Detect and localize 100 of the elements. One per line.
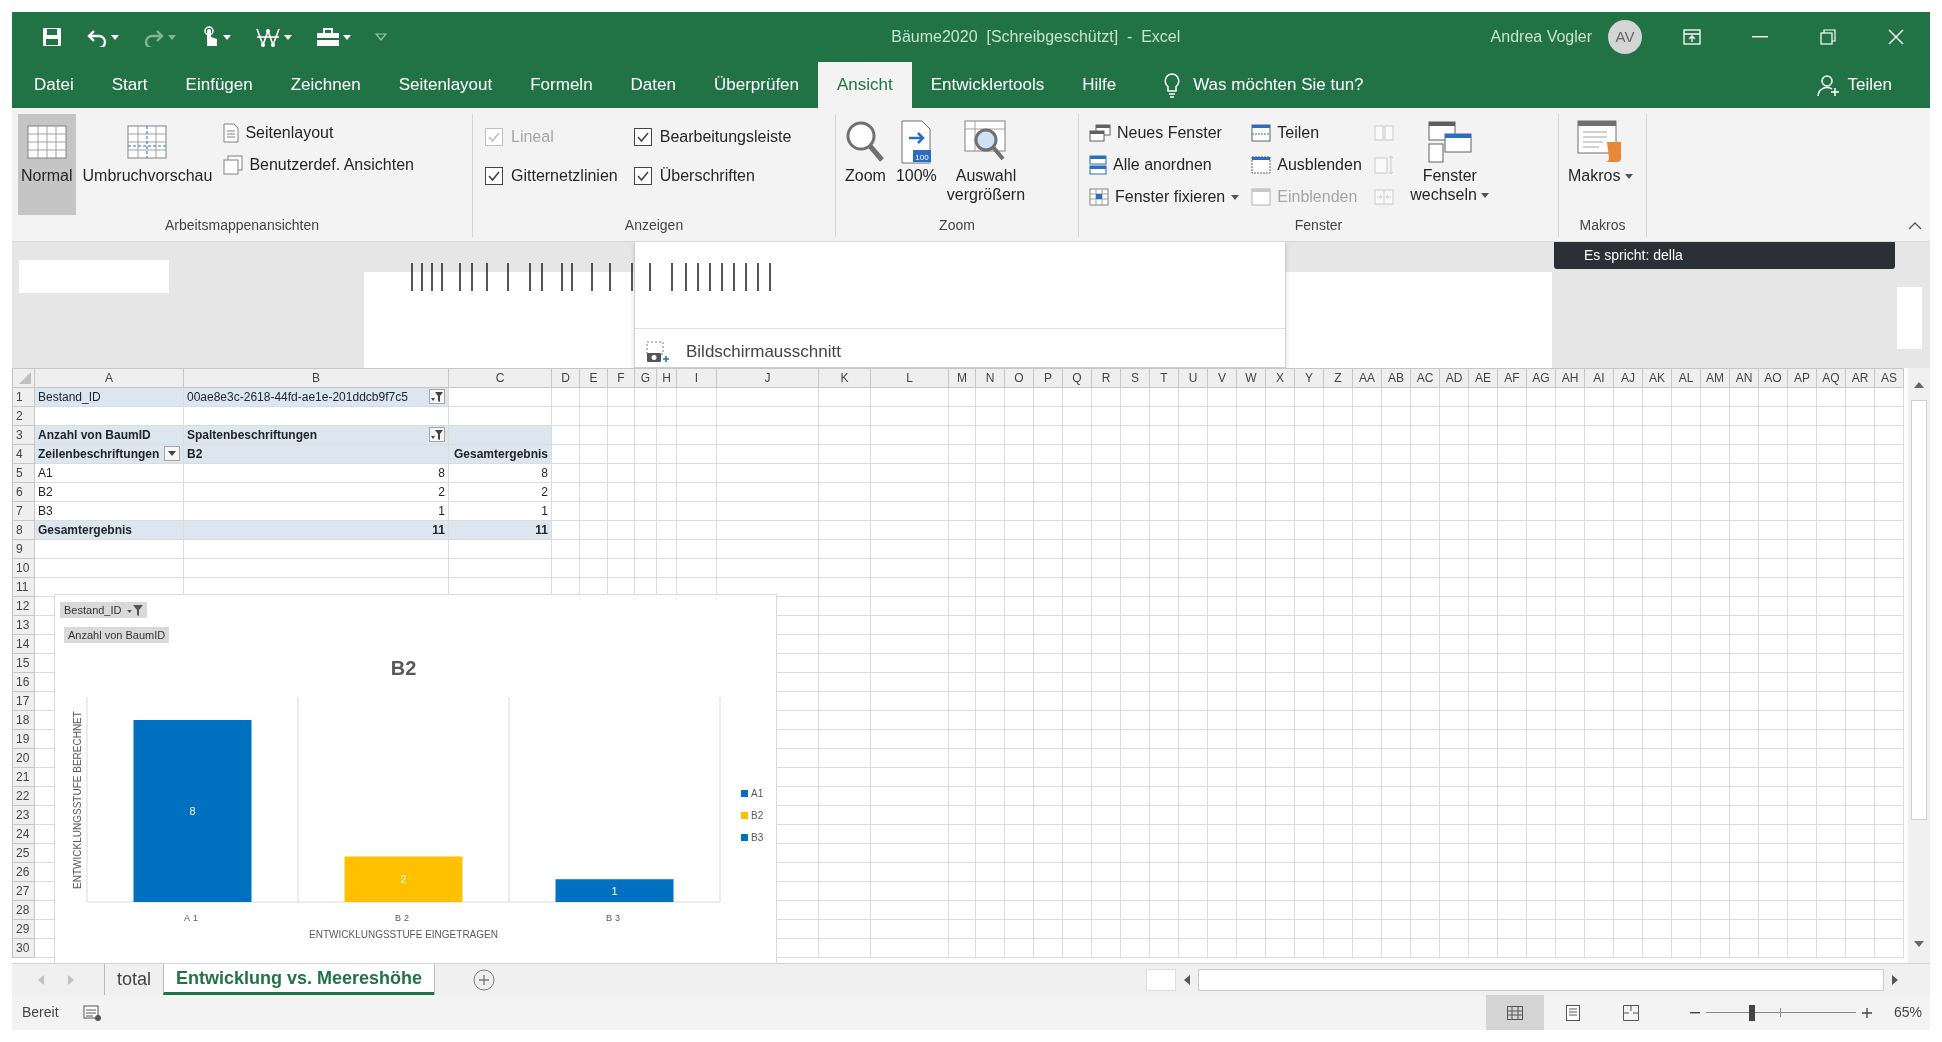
ribbon-button[interactable]: Ausblenden <box>1247 150 1366 180</box>
filter-button[interactable] <box>429 427 445 442</box>
macro-icon <box>1577 120 1624 164</box>
column-header[interactable]: T <box>1149 368 1179 388</box>
column-header[interactable]: AG <box>1526 368 1556 388</box>
column-header[interactable]: G <box>634 368 657 388</box>
dropdown-button[interactable] <box>164 446 180 461</box>
ribbon-tab[interactable]: Hilfe <box>1063 62 1136 108</box>
ribbon-tab[interactable]: Seitenlayout <box>379 62 512 108</box>
field-button[interactable]: Anzahl von BaumID <box>64 627 170 643</box>
view-button[interactable] <box>1485 995 1544 1030</box>
ribbon-tab[interactable]: Start <box>92 62 167 108</box>
column-header[interactable]: AO <box>1758 368 1788 388</box>
column-header[interactable]: AE <box>1468 368 1498 388</box>
checkbox[interactable] <box>633 166 652 185</box>
ribbon-tab[interactable]: Datei <box>15 62 93 108</box>
user-avatar[interactable]: AV <box>1608 20 1642 54</box>
ribbon-button[interactable]: Fenster wechseln <box>1401 114 1498 215</box>
column-header[interactable]: AA <box>1352 368 1382 388</box>
chart-area[interactable]: B2 8 2 1 A1 B2 B3 ENTWICKLUNGSSTUFE EINGETRAGEN ENTWICKLUNGSSTUFE BERECHNET A1 B2 B3 Bestand_ID Anzahl von BaumID <box>54 594 777 963</box>
grid-icon <box>26 125 67 159</box>
ribbon-button[interactable]: Neues Fenster <box>1085 118 1244 148</box>
ribbon-button[interactable]: Fenster fixieren <box>1085 182 1244 212</box>
ribbon-button[interactable]: Alle anordnen <box>1085 150 1244 180</box>
column-header[interactable]: AC <box>1410 368 1440 388</box>
column-header[interactable]: AP <box>1787 368 1817 388</box>
add-sheet-button[interactable] <box>473 967 496 992</box>
column-header[interactable]: P <box>1033 368 1063 388</box>
column-header[interactable]: N <box>975 368 1005 388</box>
column-header[interactable]: E <box>579 368 608 388</box>
column-header[interactable]: AN <box>1729 368 1759 388</box>
table-cell: 2 <box>183 482 449 502</box>
ribbon-button[interactable]: 100 100% <box>892 114 940 215</box>
sheet-tab[interactable]: Entwicklung vs. Meereshöhe <box>163 964 435 995</box>
column-header[interactable]: AD <box>1439 368 1469 388</box>
column-header[interactable]: AR <box>1845 368 1875 388</box>
column-header[interactable]: L <box>870 368 949 388</box>
magnifier-icon <box>845 120 886 164</box>
share-button[interactable]: Teilen <box>1809 62 1898 108</box>
ribbon-tab[interactable]: Ansicht <box>818 62 912 108</box>
column-header[interactable]: M <box>948 368 976 388</box>
data-label: 2 <box>400 873 407 886</box>
scroll-thumb[interactable] <box>1911 400 1927 820</box>
ribbon-button[interactable]: Auswahl vergrößern <box>943 114 1029 215</box>
column-header[interactable]: Q <box>1062 368 1092 388</box>
column-header[interactable]: AH <box>1555 368 1585 388</box>
column-header[interactable]: AQ <box>1816 368 1846 388</box>
column-header[interactable]: AI <box>1584 368 1614 388</box>
column-header[interactable]: AK <box>1642 368 1672 388</box>
column-header[interactable]: R <box>1091 368 1121 388</box>
person-add-icon <box>1815 73 1840 97</box>
ribbon-button[interactable]: Umbruchvorschau <box>79 114 216 215</box>
column-header[interactable]: K <box>818 368 871 388</box>
column-header[interactable]: B <box>183 368 449 388</box>
column-header[interactable]: V <box>1207 368 1237 388</box>
zoom-slider-thumb[interactable] <box>1749 1004 1756 1021</box>
table-cell: 2 <box>448 482 552 502</box>
ribbon-tab[interactable]: Formeln <box>511 62 612 108</box>
column-header[interactable]: S <box>1120 368 1150 388</box>
column-header[interactable]: U <box>1178 368 1208 388</box>
column-header[interactable]: I <box>676 368 717 388</box>
column-header[interactable]: Z <box>1323 368 1353 388</box>
scroll-thumb[interactable] <box>1198 968 1884 991</box>
window-icon <box>1251 156 1272 174</box>
column-header[interactable]: AL <box>1671 368 1701 388</box>
tell-me-button[interactable]: Was möchten Sie tun? <box>1157 62 1370 108</box>
filter-button[interactable] <box>429 389 445 404</box>
column-header[interactable]: D <box>551 368 580 388</box>
ribbon-button[interactable]: Seitenlayout <box>219 118 418 148</box>
column-header[interactable]: A <box>34 368 184 388</box>
ribbon-button[interactable]: Benutzerdef. Ansichten <box>219 150 418 180</box>
ribbon-button[interactable]: Makros <box>1565 114 1636 215</box>
field-button[interactable]: Bestand_ID <box>60 602 148 618</box>
checkbox[interactable] <box>633 127 652 146</box>
zoom-level[interactable]: 65% <box>1893 1002 1922 1023</box>
ribbon-button[interactable]: Normal <box>18 114 76 215</box>
ribbon-tab[interactable]: Überprüfen <box>694 62 819 108</box>
column-header[interactable]: O <box>1004 368 1034 388</box>
ribbon-tab[interactable]: Einfügen <box>166 62 272 108</box>
column-header[interactable]: J <box>716 368 819 388</box>
column-header[interactable]: Y <box>1294 368 1324 388</box>
column-header[interactable]: F <box>607 368 635 388</box>
ribbon-button[interactable]: Zoom <box>842 114 889 215</box>
column-header[interactable]: AF <box>1497 368 1527 388</box>
column-header[interactable]: X <box>1265 368 1295 388</box>
column-header[interactable]: W <box>1236 368 1266 388</box>
ribbon-tab[interactable]: Entwicklertools <box>911 62 1064 108</box>
ribbon-tab[interactable]: Daten <box>611 62 695 108</box>
caret-icon <box>1481 193 1490 199</box>
minus-icon <box>1689 1012 1700 1015</box>
group-label: Fenster <box>1294 217 1343 233</box>
column-header[interactable]: AM <box>1700 368 1730 388</box>
column-header[interactable]: C <box>448 368 552 388</box>
column-header[interactable]: AB <box>1381 368 1411 388</box>
ribbon-button[interactable]: Teilen <box>1247 118 1366 148</box>
column-header[interactable]: AS <box>1874 368 1904 388</box>
checkbox[interactable] <box>485 166 503 185</box>
ribbon-tab[interactable]: Zeichnen <box>271 62 380 108</box>
menu-item[interactable]: Bildschirmausschnitt <box>640 338 847 366</box>
column-header[interactable]: AJ <box>1613 368 1643 388</box>
